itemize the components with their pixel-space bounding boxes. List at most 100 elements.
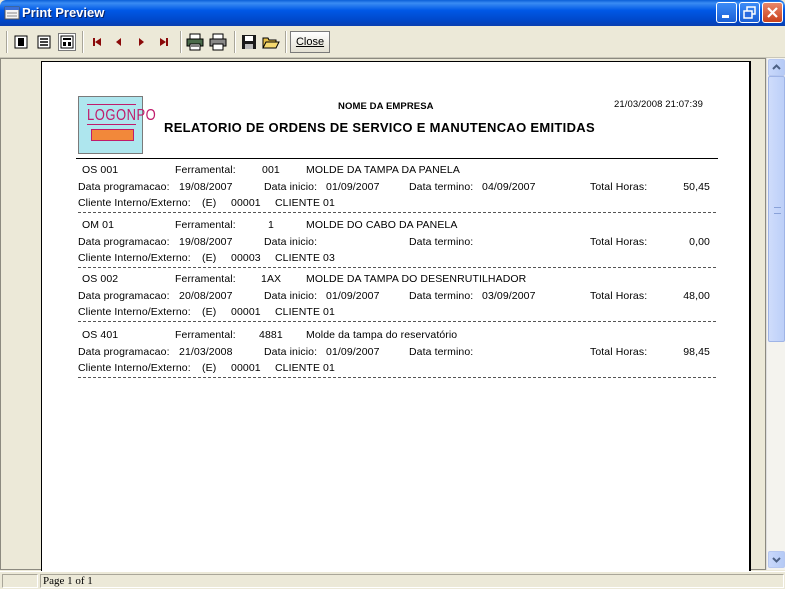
cliente-codigo: 00001 bbox=[231, 197, 261, 209]
record-description: Molde da tampa do reservatório bbox=[306, 329, 458, 341]
open-button[interactable] bbox=[262, 33, 280, 51]
record-description: MOLDE DO CABO DA PANELA bbox=[306, 219, 458, 231]
cliente-label: Cliente Interno/Externo: bbox=[78, 362, 191, 374]
data-termino-label: Data termino: bbox=[409, 290, 474, 302]
multi-page-button[interactable] bbox=[35, 33, 53, 51]
record-divider bbox=[78, 321, 716, 322]
status-bar: Page 1 of 1 bbox=[0, 571, 785, 589]
close-button[interactable]: Close bbox=[290, 31, 330, 53]
close-window-button[interactable] bbox=[762, 2, 783, 23]
page-width-icon bbox=[60, 35, 74, 49]
record-os-number: OS 001 bbox=[82, 164, 119, 176]
data-programacao-label: Data programacao: bbox=[78, 290, 170, 302]
record-divider bbox=[78, 212, 716, 213]
record-description: MOLDE DA TAMPA DO DESENRUTILHADOR bbox=[306, 273, 527, 285]
close-button-label: Close bbox=[295, 36, 325, 48]
print-setup-icon bbox=[186, 33, 204, 51]
cliente-nome: CLIENTE 01 bbox=[275, 197, 335, 209]
minimize-button[interactable] bbox=[716, 2, 737, 23]
preview-area[interactable]: LOGONPO NOME DA EMPRESA 21/03/2008 21:07… bbox=[0, 58, 766, 581]
record-divider bbox=[78, 267, 716, 268]
data-programacao-value: 21/03/2008 bbox=[179, 346, 233, 358]
total-horas-label: Total Horas: bbox=[590, 346, 648, 358]
print-preview-app-icon bbox=[4, 5, 20, 21]
cliente-nome: CLIENTE 01 bbox=[275, 306, 335, 318]
cliente-codigo: 00003 bbox=[231, 252, 261, 264]
save-button[interactable] bbox=[240, 33, 258, 51]
cliente-label: Cliente Interno/Externo: bbox=[78, 197, 191, 209]
window-title: Print Preview bbox=[22, 5, 105, 20]
data-termino-label: Data termino: bbox=[409, 346, 474, 358]
single-page-icon bbox=[14, 35, 28, 49]
total-horas-label: Total Horas: bbox=[590, 236, 648, 248]
data-inicio-label: Data inicio: bbox=[264, 346, 318, 358]
data-programacao-value: 19/08/2007 bbox=[179, 236, 233, 248]
chevron-down-icon bbox=[772, 557, 781, 563]
minimize-icon bbox=[722, 15, 729, 18]
total-horas-value: 0,00 bbox=[689, 236, 710, 248]
total-horas-value: 98,45 bbox=[683, 346, 710, 358]
toolbar: Close bbox=[0, 26, 785, 58]
ferramental-code: 1 bbox=[268, 219, 274, 231]
data-inicio-value: 01/09/2007 bbox=[326, 181, 380, 193]
ferramental-label: Ferramental: bbox=[175, 219, 236, 231]
print-icon bbox=[209, 33, 227, 51]
data-termino-label: Data termino: bbox=[409, 181, 474, 193]
logo-text: LOGONPO bbox=[87, 105, 157, 124]
toolbar-separator bbox=[6, 31, 8, 53]
company-logo: LOGONPO bbox=[78, 96, 156, 154]
cliente-tipo: (E) bbox=[202, 252, 217, 264]
save-icon bbox=[242, 35, 256, 49]
toolbar-separator bbox=[82, 31, 84, 53]
record-divider bbox=[78, 377, 716, 378]
open-icon bbox=[262, 37, 280, 49]
cliente-label: Cliente Interno/Externo: bbox=[78, 252, 191, 264]
title-bar: Print Preview bbox=[0, 0, 785, 26]
report-page: LOGONPO NOME DA EMPRESA 21/03/2008 21:07… bbox=[41, 61, 749, 581]
record-description: MOLDE DA TAMPA DA PANELA bbox=[306, 164, 460, 176]
last-page-button[interactable] bbox=[155, 33, 173, 51]
record-os-number: OS 002 bbox=[82, 273, 119, 285]
data-termino-label: Data termino: bbox=[409, 236, 474, 248]
first-page-button[interactable] bbox=[88, 33, 106, 51]
cliente-nome: CLIENTE 01 bbox=[275, 362, 335, 374]
maximize-button[interactable] bbox=[739, 2, 760, 23]
total-horas-value: 50,45 bbox=[683, 181, 710, 193]
data-inicio-label: Data inicio: bbox=[264, 181, 318, 193]
last-page-icon bbox=[160, 38, 168, 46]
data-inicio-label: Data inicio: bbox=[264, 236, 318, 248]
total-horas-label: Total Horas: bbox=[590, 181, 648, 193]
cliente-tipo: (E) bbox=[202, 306, 217, 318]
data-inicio-label: Data inicio: bbox=[264, 290, 318, 302]
chevron-up-icon bbox=[772, 64, 781, 70]
print-setup-button[interactable] bbox=[186, 33, 204, 51]
vertical-scrollbar[interactable] bbox=[766, 58, 785, 570]
scroll-down-button[interactable] bbox=[768, 551, 785, 568]
cliente-tipo: (E) bbox=[202, 197, 217, 209]
ferramental-code: 4881 bbox=[259, 329, 283, 341]
cliente-label: Cliente Interno/Externo: bbox=[78, 306, 191, 318]
scroll-thumb[interactable] bbox=[768, 76, 785, 342]
data-programacao-label: Data programacao: bbox=[78, 181, 170, 193]
company-name: NOME DA EMPRESA bbox=[338, 101, 434, 112]
page-width-button[interactable] bbox=[58, 33, 76, 51]
single-page-button[interactable] bbox=[12, 33, 30, 51]
record-os-number: OM 01 bbox=[82, 219, 115, 231]
ferramental-label: Ferramental: bbox=[175, 164, 236, 176]
print-button[interactable] bbox=[209, 33, 227, 51]
cliente-nome: CLIENTE 03 bbox=[275, 252, 335, 264]
next-page-button[interactable] bbox=[132, 33, 150, 51]
total-horas-value: 48,00 bbox=[683, 290, 710, 302]
previous-page-button[interactable] bbox=[110, 33, 128, 51]
data-termino-value: 04/09/2007 bbox=[482, 181, 536, 193]
scroll-up-button[interactable] bbox=[768, 59, 785, 76]
cliente-tipo: (E) bbox=[202, 362, 217, 374]
next-page-icon bbox=[139, 38, 144, 46]
record-os-number: OS 401 bbox=[82, 329, 119, 341]
data-inicio-value: 01/09/2007 bbox=[326, 346, 380, 358]
ferramental-label: Ferramental: bbox=[175, 329, 236, 341]
toolbar-separator bbox=[180, 31, 182, 53]
first-page-icon bbox=[93, 38, 101, 46]
cliente-codigo: 00001 bbox=[231, 306, 261, 318]
header-divider bbox=[76, 158, 718, 159]
